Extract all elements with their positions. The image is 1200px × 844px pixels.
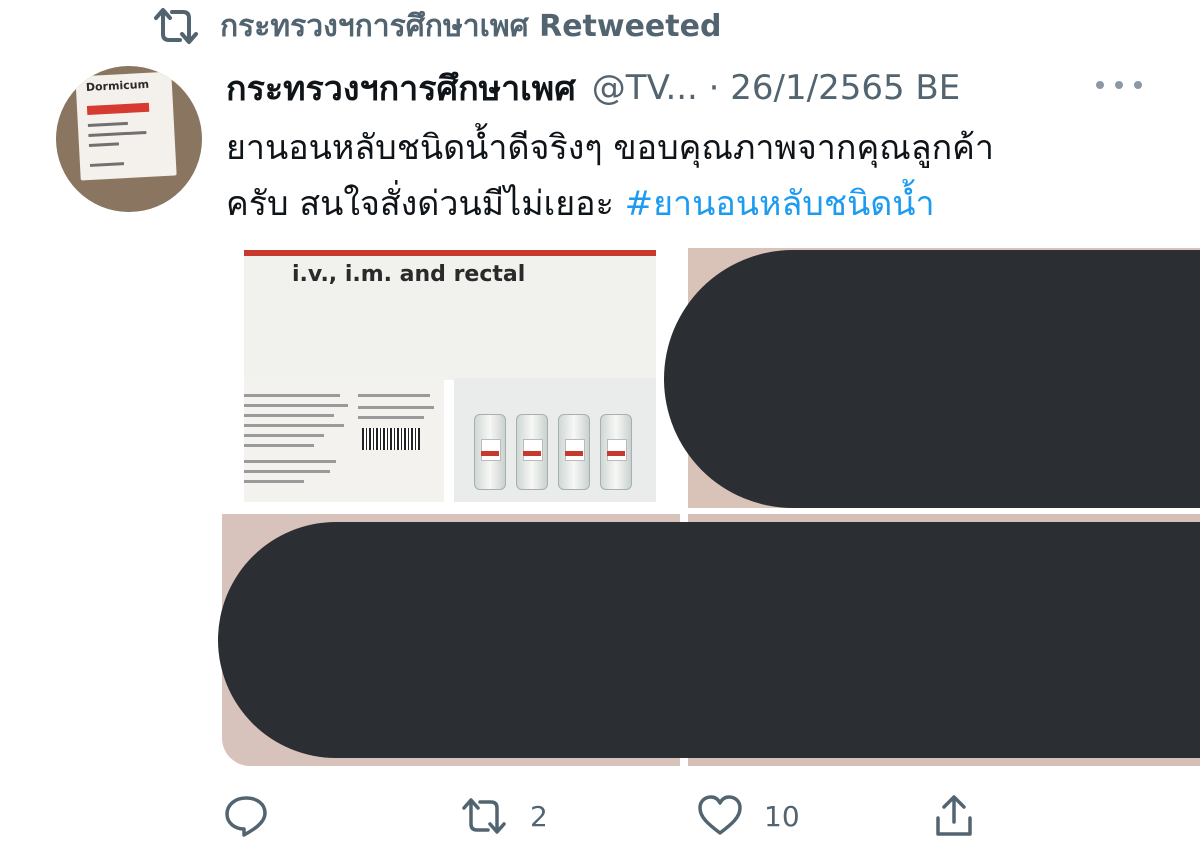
media-photo-1[interactable]: i.v., i.m. and rectal — [222, 248, 674, 508]
reply-button[interactable] — [222, 788, 270, 844]
like-icon — [698, 795, 742, 835]
reply-icon — [225, 796, 267, 837]
photo-label-card: i.v., i.m. and rectal — [244, 250, 656, 380]
retweet-icon — [154, 8, 198, 44]
share-icon — [936, 795, 972, 836]
tweet-text: ยานอนหลับชนิดน้ำดีจริงๆ ขอบคุณภาพจากคุณล… — [226, 120, 1186, 232]
hashtag-link[interactable]: #ยานอนหลับชนิดน้ำ — [625, 184, 935, 224]
retweet-button[interactable]: 2 — [458, 788, 548, 844]
tweet-text-line-1: ยานอนหลับชนิดน้ำดีจริงๆ ขอบคุณภาพจากคุณล… — [226, 128, 995, 168]
display-name[interactable]: กระทรวงฯการศึกษาเพศ — [226, 61, 576, 115]
retweet-icon — [462, 798, 506, 834]
retweet-banner: กระทรวงฯการศึกษาเพศ Retweeted — [150, 4, 721, 48]
like-button[interactable]: 10 — [696, 788, 800, 844]
avatar-brand-text: Dormicum — [85, 77, 150, 95]
more-icon[interactable] — [1096, 74, 1142, 96]
tweet-text-line-2: ครับ สนใจสั่งด่วนมีไม่เยอะ #ยานอนหลับชนิ… — [226, 176, 1186, 232]
action-bar: 2 10 — [0, 788, 1200, 844]
like-count: 10 — [764, 799, 800, 833]
redaction-overlay-top — [664, 250, 1200, 508]
retweet-banner-text[interactable]: กระทรวงฯการศึกษาเพศ Retweeted — [220, 3, 721, 50]
barcode-graphic — [362, 428, 420, 450]
photo-1-label: i.v., i.m. and rectal — [292, 262, 526, 287]
ampoules-photo — [454, 378, 656, 502]
package-insert-photo — [244, 378, 444, 502]
share-button[interactable] — [930, 788, 978, 844]
tweet-header: กระทรวงฯการศึกษาเพศ @TV... · 26/1/2565 B… — [226, 62, 960, 114]
avatar[interactable]: Dormicum — [56, 66, 202, 212]
retweet-count: 2 — [530, 799, 548, 833]
avatar-product-box: Dormicum — [75, 71, 177, 181]
tweet-text-body: ครับ สนใจสั่งด่วนมีไม่เยอะ — [226, 184, 625, 224]
redaction-overlay-bottom — [218, 522, 1200, 758]
handle-and-date[interactable]: @TV... · 26/1/2565 BE — [592, 68, 960, 108]
